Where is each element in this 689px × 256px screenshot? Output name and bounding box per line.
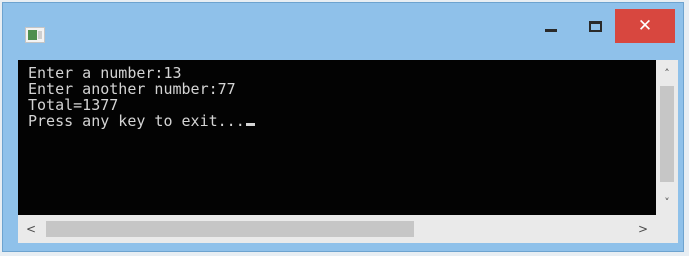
vertical-scrollbar[interactable]: ˄ ˅ bbox=[656, 60, 678, 215]
scroll-right-arrow-icon[interactable]: > bbox=[632, 215, 654, 243]
horizontal-scroll-thumb[interactable] bbox=[46, 221, 414, 237]
vertical-scroll-thumb[interactable] bbox=[660, 86, 674, 182]
console-line: Enter another number:77 bbox=[28, 80, 236, 98]
text-cursor bbox=[245, 123, 255, 126]
console-line: Enter a number:13 bbox=[28, 64, 182, 82]
console-line-prompt: Press any key to exit... bbox=[28, 113, 646, 129]
console-app-icon[interactable] bbox=[25, 27, 45, 43]
scroll-left-arrow-icon[interactable]: < bbox=[20, 215, 42, 243]
console-line: Total=1377 bbox=[28, 96, 119, 114]
title-bar[interactable]: ✕ bbox=[3, 3, 683, 61]
close-button[interactable]: ✕ bbox=[615, 9, 675, 43]
maximize-icon bbox=[588, 20, 602, 32]
scroll-down-arrow-icon[interactable]: ˅ bbox=[656, 191, 678, 213]
maximize-button[interactable] bbox=[577, 9, 613, 43]
console-output[interactable]: Enter a number:13 Enter another number:7… bbox=[18, 60, 656, 215]
close-icon: ✕ bbox=[637, 15, 653, 36]
console-prompt-text: Press any key to exit... bbox=[28, 112, 245, 130]
minimize-button[interactable] bbox=[533, 9, 569, 43]
horizontal-scrollbar[interactable]: < > bbox=[18, 215, 656, 243]
scroll-up-arrow-icon[interactable]: ˄ bbox=[656, 62, 678, 84]
minimize-icon bbox=[545, 28, 557, 32]
scrollbar-corner bbox=[656, 215, 678, 243]
